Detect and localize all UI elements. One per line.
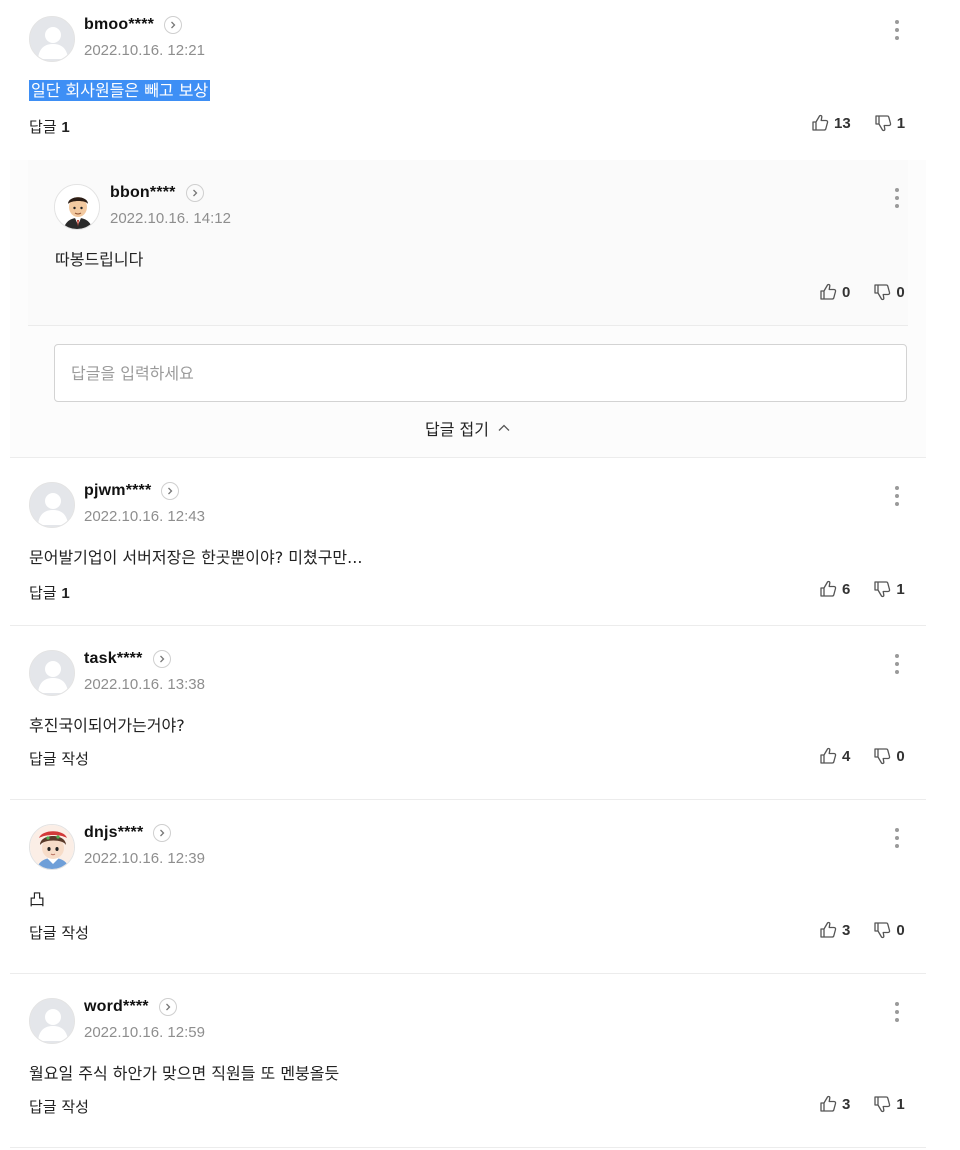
chevron-right-icon[interactable] [185,184,204,202]
comment-text: 월요일 주식 하안가 맞으면 직원들 또 멘붕올듯 [29,1064,340,1083]
nickname[interactable]: pjwm**** [84,482,151,500]
boy-cartoon-avatar-icon[interactable] [29,824,75,870]
thumbs-down-icon [872,920,892,940]
dislike-count: 1 [896,1095,905,1113]
chevron-right-icon[interactable] [153,824,172,842]
write-reply-button[interactable]: 답글 작성 [29,748,89,769]
comment-item: bmoo**** 2022.10.16. 12:21 일단 회사원들은 빼고 보… [10,0,926,160]
like-count: 6 [842,580,851,598]
thumbs-up-icon [810,113,830,133]
like-count: 0 [842,283,851,301]
dislike-button[interactable]: 0 [872,746,905,766]
default-avatar-icon[interactable] [29,16,75,62]
thumbs-down-icon [872,282,892,302]
nickname[interactable]: word**** [84,998,149,1016]
selected-text: 일단 회사원들은 빼고 보상 [29,80,211,101]
reply-text: 따봉드립니다 [55,250,144,269]
reply-item: bbon**** 2022.10.16. 14:12 따봉드립니다 0 0 [28,160,908,326]
reply-toggle-button[interactable]: 답글 1 [29,582,70,603]
thumbs-down-icon [872,579,892,599]
like-button[interactable]: 13 [810,113,851,133]
dislike-button[interactable]: 1 [872,579,905,599]
dislike-button[interactable]: 1 [873,113,905,133]
write-reply-button[interactable]: 답글 작성 [29,922,89,943]
nickname[interactable]: task**** [84,650,143,668]
comment-text: 문어발기업이 서버저장은 한곳뿐이야? 미쳤구만... [29,548,363,567]
nickname[interactable]: bbon**** [110,184,176,202]
nickname[interactable]: dnjs**** [84,824,143,842]
man-cartoon-avatar-icon[interactable] [54,184,100,230]
chevron-right-icon[interactable] [152,650,171,668]
dislike-button[interactable]: 0 [872,920,905,940]
like-button[interactable]: 4 [818,746,850,766]
comment-text: 凸 [29,890,46,909]
comment-item: pjwm**** 2022.10.16. 12:43 문어발기업이 서버저장은 … [10,458,926,626]
thumbs-down-icon [872,1094,892,1114]
more-options-icon[interactable] [887,651,907,677]
like-count: 13 [834,114,851,132]
like-count: 4 [842,747,851,765]
comment-date: 2022.10.16. 12:59 [84,1024,205,1041]
reply-section: bbon**** 2022.10.16. 14:12 따봉드립니다 0 0 답글… [10,160,926,458]
chevron-right-icon[interactable] [161,482,180,500]
write-reply-button[interactable]: 답글 작성 [29,1096,89,1117]
default-avatar-icon[interactable] [29,650,75,696]
thumbs-up-icon [818,282,838,302]
more-options-icon[interactable] [887,17,907,43]
dislike-button[interactable]: 1 [872,1094,905,1114]
chevron-up-icon [498,424,510,431]
reply-label: 답글 [29,584,57,602]
default-avatar-icon[interactable] [29,482,75,528]
thumbs-up-icon [818,579,838,599]
chevron-right-icon[interactable] [158,998,177,1016]
reply-toggle-button[interactable]: 답글 1 [29,116,70,137]
comment-date: 2022.10.16. 12:21 [84,42,205,59]
fold-replies-button[interactable]: 답글 접기 [10,416,926,440]
like-button[interactable]: 3 [818,1094,850,1114]
comment-item: word**** 2022.10.16. 12:59 월요일 주식 하안가 맞으… [10,974,926,1148]
like-button[interactable]: 6 [818,579,850,599]
fold-label: 답글 접기 [425,420,489,439]
reply-date: 2022.10.16. 14:12 [110,210,231,227]
reply-input[interactable] [54,344,907,402]
thumbs-up-icon [818,1094,838,1114]
comment-text: 후진국이되어가는거야? [29,716,185,735]
thumbs-down-icon [872,746,892,766]
more-options-icon[interactable] [887,483,907,509]
comment-date: 2022.10.16. 13:38 [84,676,205,693]
comment-date: 2022.10.16. 12:39 [84,850,205,867]
dislike-button[interactable]: 0 [872,282,905,302]
dislike-count: 1 [896,580,905,598]
dislike-count: 0 [896,747,905,765]
more-options-icon[interactable] [887,825,907,851]
comment-text: 일단 회사원들은 빼고 보상 [29,77,211,101]
comment-item: dnjs**** 2022.10.16. 12:39 凸 답글 작성 3 0 [10,800,926,974]
chevron-right-icon[interactable] [164,16,183,34]
comment-date: 2022.10.16. 12:43 [84,508,205,525]
nickname[interactable]: bmoo**** [84,16,154,34]
more-options-icon[interactable] [887,999,907,1025]
reply-count: 1 [61,119,70,136]
dislike-count: 1 [896,114,906,132]
like-count: 3 [842,1095,851,1113]
dislike-count: 0 [896,283,905,301]
thumbs-up-icon [818,746,838,766]
like-count: 3 [842,921,851,939]
reply-label: 답글 [29,118,57,136]
more-options-icon[interactable] [887,185,907,211]
like-button[interactable]: 0 [818,282,850,302]
thumbs-up-icon [818,920,838,940]
comment-item: task**** 2022.10.16. 13:38 후진국이되어가는거야? 답… [10,626,926,800]
thumbs-down-icon [873,113,893,133]
reply-count: 1 [61,585,70,602]
like-button[interactable]: 3 [818,920,850,940]
default-avatar-icon[interactable] [29,998,75,1044]
dislike-count: 0 [896,921,905,939]
comment-list: bmoo**** 2022.10.16. 12:21 일단 회사원들은 빼고 보… [10,0,926,1148]
